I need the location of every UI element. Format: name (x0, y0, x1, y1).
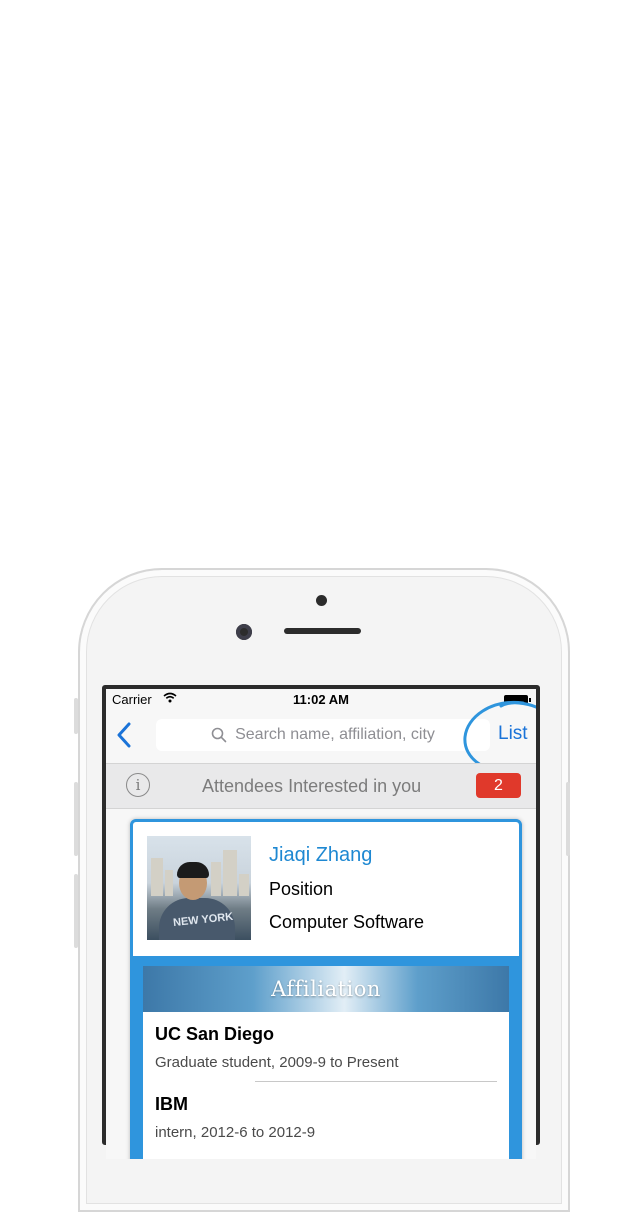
attendee-name[interactable]: Jiaqi Zhang (269, 844, 372, 867)
affiliation-item: IBM intern, 2012-6 to 2012-9 (155, 1094, 497, 1141)
back-chevron-icon (117, 722, 131, 748)
earpiece-speaker (284, 628, 361, 634)
list-divider (255, 1081, 497, 1082)
skyline-building (151, 858, 163, 896)
affiliation-org: UC San Diego (155, 1024, 275, 1044)
attendee-position: Position (269, 879, 334, 899)
affiliation-org: IBM (155, 1094, 188, 1114)
phone-screen: Carrier 11:02 AM Search name, affiliatio… (102, 685, 540, 1159)
skyline-building (223, 850, 237, 896)
front-camera (236, 624, 252, 640)
person-hair (177, 862, 209, 878)
affiliation-panel: Affiliation UC San Diego Graduate studen… (133, 956, 519, 1159)
affiliation-detail: intern, 2012-6 to 2012-9 (155, 1124, 316, 1141)
skyline-building (239, 874, 249, 896)
back-button[interactable] (114, 721, 136, 749)
search-icon (211, 727, 227, 743)
affiliation-detail: Graduate student, 2009-9 to Present (155, 1054, 399, 1071)
interest-label: Attendees Interested in you (202, 776, 422, 796)
skyline-building (211, 862, 221, 896)
affiliation-list: UC San Diego Graduate student, 2009-9 to… (143, 1012, 509, 1159)
affiliation-item: UC San Diego Graduate student, 2009-9 to… (155, 1024, 497, 1071)
skyline-building (165, 870, 173, 896)
phone-mute-switch (74, 698, 78, 734)
phone-volume-down (74, 874, 78, 948)
attendee-industry: Computer Software (269, 912, 425, 932)
profile-photo: NEW YORK (147, 836, 251, 940)
front-sensor (316, 595, 327, 606)
app-screen: Carrier 11:02 AM Search name, affiliatio… (106, 689, 536, 1159)
affiliation-header: Affiliation (143, 966, 509, 1012)
interest-count-badge: 2 (476, 773, 521, 798)
phone-volume-up (74, 782, 78, 856)
attendees-interested-bar[interactable]: i Attendees Interested in you 2 (106, 763, 536, 809)
search-input[interactable]: Search name, affiliation, city (156, 719, 490, 751)
info-icon[interactable]: i (126, 773, 150, 797)
search-placeholder: Search name, affiliation, city (235, 726, 435, 743)
attendee-card[interactable]: NEW YORK Jiaqi Zhang Position Computer S… (130, 819, 522, 1159)
navigation-bar: Search name, affiliation, city List (106, 700, 536, 775)
phone-power-button (566, 782, 570, 856)
